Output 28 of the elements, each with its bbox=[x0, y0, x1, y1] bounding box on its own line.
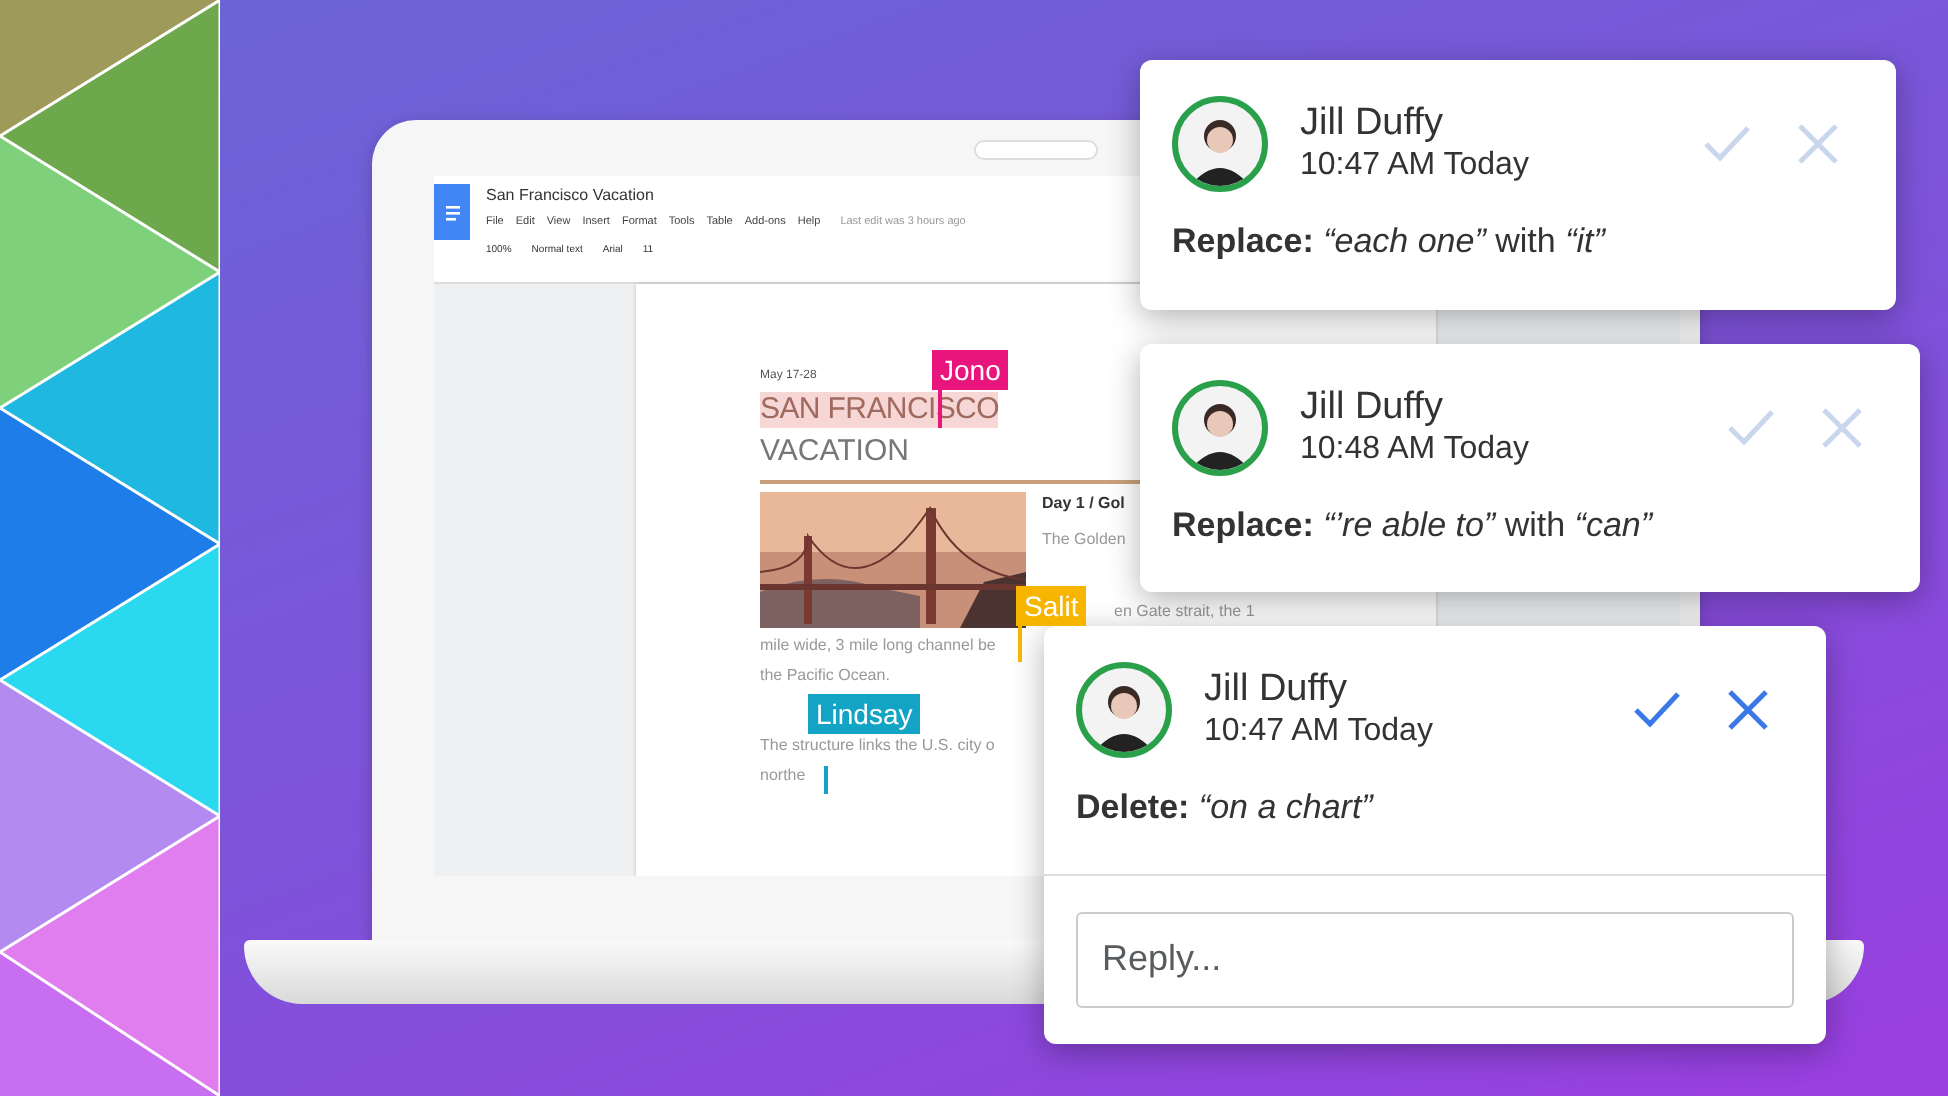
author-name: Jill Duffy bbox=[1300, 387, 1445, 430]
cursor-name-tag: Lindsay bbox=[808, 694, 921, 734]
cursor-name-tag: Jono bbox=[932, 350, 1009, 390]
text-cursor bbox=[1018, 626, 1021, 662]
body-text: The Golden bbox=[1042, 528, 1126, 552]
avatar bbox=[1172, 380, 1268, 476]
body-text: mile wide, 3 mile long channel be bbox=[760, 634, 996, 658]
body-text: the Pacific Ocean. bbox=[760, 664, 890, 688]
author-name: Jill Duffy bbox=[1204, 669, 1349, 712]
body-text: northe bbox=[760, 764, 806, 788]
document-title: San Francisco Vacation bbox=[486, 184, 656, 208]
comment-text: Replace: “’re able to” with “can” bbox=[1170, 504, 1655, 548]
cursor-name-tag: Salit bbox=[1016, 586, 1087, 626]
reply-field[interactable]: Reply... bbox=[1076, 911, 1794, 1007]
avatar bbox=[1076, 662, 1172, 758]
section-heading: Day 1 / Gol bbox=[1042, 492, 1125, 516]
avatar bbox=[1172, 96, 1268, 192]
timestamp: 10:48 AM Today bbox=[1300, 429, 1531, 469]
timestamp: 10:47 AM Today bbox=[1300, 145, 1531, 185]
author-name: Jill Duffy bbox=[1300, 103, 1445, 146]
timestamp: 10:47 AM Today bbox=[1204, 711, 1435, 751]
body-text: The structure links the U.S. city o bbox=[760, 734, 995, 758]
text-cursor bbox=[824, 766, 827, 794]
body-text: en Gate strait, the 1 bbox=[1114, 600, 1255, 624]
comment-text: Replace: “each one” with “it” bbox=[1170, 220, 1608, 264]
laptop-notch bbox=[974, 140, 1098, 160]
heading-text: VACATION bbox=[760, 434, 909, 470]
comment-text: Delete: “on a chart” bbox=[1074, 786, 1376, 830]
